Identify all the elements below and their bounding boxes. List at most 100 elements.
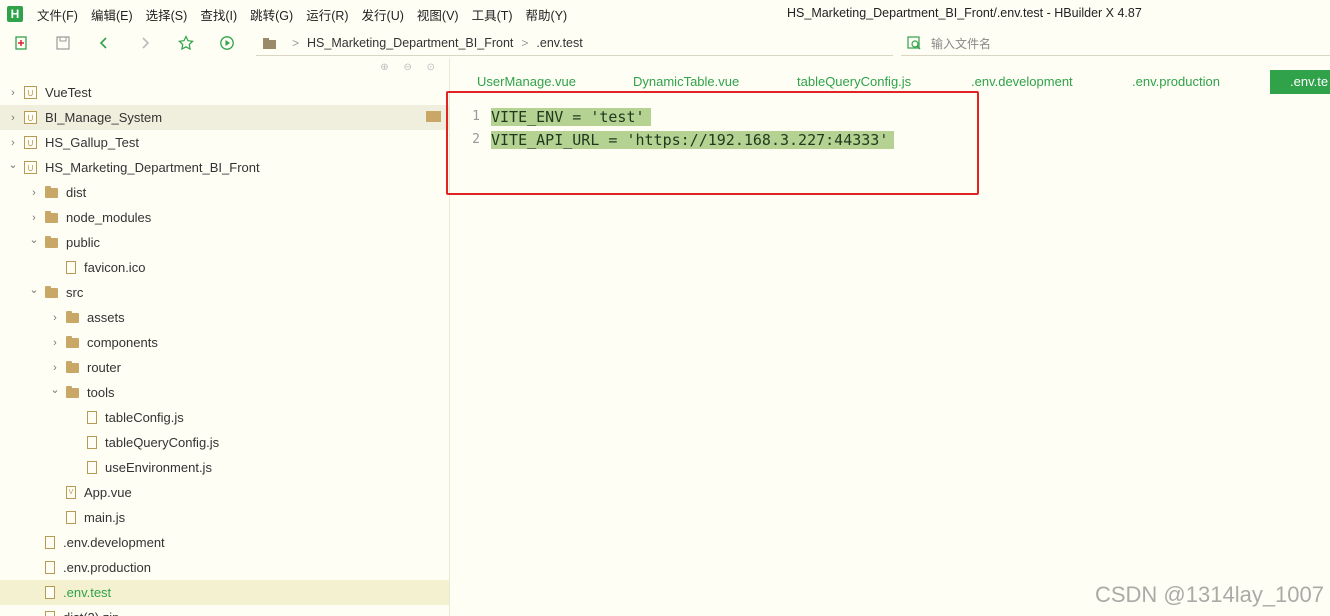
save-icon[interactable] (55, 35, 71, 51)
sidebar-item[interactable]: ⌄ src (0, 280, 449, 305)
sidebar-item[interactable]: useEnvironment.js (0, 455, 449, 480)
project-icon: U (24, 111, 37, 124)
highlight-annotation-box (446, 91, 979, 195)
forward-icon[interactable] (137, 35, 153, 51)
sidebar-item-label: tableConfig.js (105, 410, 184, 425)
window-title: HS_Marketing_Department_BI_Front/.env.te… (787, 6, 1142, 20)
project-explorer: ⊕ ⊖ ⊙ › U VueTest › U BI_Manage_System › U HS_Ga… (0, 58, 450, 616)
sidebar-item[interactable]: › U VueTest (0, 80, 449, 105)
menu-find[interactable]: 查找(I) (200, 5, 237, 24)
sidebar-item[interactable]: ⌄ U HS_Marketing_Department_BI_Front (0, 155, 449, 180)
breadcrumb-project[interactable]: HS_Marketing_Department_BI_Front (307, 36, 513, 50)
hbuilder-logo-icon: H (7, 6, 23, 22)
chevron-right-icon[interactable]: › (29, 212, 39, 224)
csdn-watermark: CSDN @1314lay_1007 (1094, 582, 1324, 607)
chevron-right-icon[interactable]: › (8, 112, 18, 124)
menu-run[interactable]: 运行(R) (306, 5, 348, 24)
sidebar-item-label: .env.development (63, 535, 165, 550)
chevron-down-icon[interactable]: ⌄ (29, 233, 39, 246)
folder-icon (66, 385, 79, 398)
sidebar-item-label: favicon.ico (84, 260, 146, 275)
back-icon[interactable] (96, 35, 112, 51)
sidebar-item-label: src (66, 285, 84, 300)
folder-icon (66, 310, 79, 323)
folder-icon (45, 210, 58, 223)
sidebar-item[interactable]: › node_modules (0, 205, 449, 230)
sidebar-item-label: tools (87, 385, 115, 400)
sidebar-item-label: dist(2).zip (63, 610, 119, 616)
new-file-icon[interactable] (14, 35, 30, 51)
chevron-down-icon[interactable]: ⌄ (29, 283, 39, 296)
menu-tools[interactable]: 工具(T) (472, 5, 513, 24)
file-icon (45, 561, 55, 574)
tab-env-production[interactable]: .env.production (1132, 70, 1220, 94)
folder-icon (263, 37, 276, 49)
chevron-right-icon[interactable]: › (50, 362, 60, 374)
file-search-placeholder: 输入文件名 (931, 36, 992, 51)
sidebar-item[interactable]: favicon.ico (0, 255, 449, 280)
sidebar-item-label: App.vue (84, 485, 132, 500)
sidebar-item-label: tableQueryConfig.js (105, 435, 220, 450)
sidebar-item[interactable]: .env.test (0, 580, 449, 605)
menu-edit[interactable]: 编辑(E) (91, 5, 133, 24)
tab-env-test[interactable]: .env.te (1270, 70, 1330, 94)
chevron-right-icon[interactable]: › (50, 337, 60, 349)
sidebar-tool-icons[interactable]: ⊕ ⊖ ⊙ (380, 62, 441, 73)
breadcrumb-file[interactable]: .env.test (536, 36, 582, 50)
open-folder-icon[interactable] (426, 111, 441, 122)
menu-help[interactable]: 帮助(Y) (526, 5, 568, 24)
run-icon[interactable] (219, 35, 235, 51)
sidebar-item[interactable]: V App.vue (0, 480, 449, 505)
sidebar-item[interactable]: ⌄ public (0, 230, 449, 255)
sidebar-item-label: BI_Manage_System (45, 110, 163, 125)
sidebar-item-label: VueTest (45, 85, 92, 100)
sidebar-item[interactable]: › U HS_Gallup_Test (0, 130, 449, 155)
sidebar-item-label: .env.production (63, 560, 151, 575)
sidebar-item[interactable]: .env.production (0, 555, 449, 580)
chevron-down-icon[interactable]: ⌄ (8, 158, 18, 171)
chevron-right-icon[interactable]: › (50, 312, 60, 324)
sidebar-item[interactable]: › router (0, 355, 449, 380)
sidebar-item[interactable]: › components (0, 330, 449, 355)
file-icon: V (66, 486, 76, 499)
breadcrumb: > HS_Marketing_Department_BI_Front > .en… (256, 31, 893, 56)
sidebar-item-label: HS_Marketing_Department_BI_Front (45, 160, 260, 175)
breadcrumb-separator-icon: > (292, 36, 300, 50)
sidebar-item[interactable]: › dist (0, 180, 449, 205)
sidebar-item-label: dist (66, 185, 87, 200)
chevron-down-icon[interactable]: ⌄ (50, 383, 60, 396)
sidebar-item-label: .env.test (63, 585, 112, 600)
sidebar-item-label: assets (87, 310, 125, 325)
file-icon (45, 586, 55, 599)
project-icon: U (24, 161, 37, 174)
project-icon: U (24, 86, 37, 99)
chevron-right-icon[interactable]: › (29, 187, 39, 199)
sidebar-item[interactable]: dist(2).zip (0, 605, 449, 616)
file-icon (87, 461, 97, 474)
sidebar-item-label: public (66, 235, 100, 250)
chevron-right-icon[interactable]: › (8, 87, 18, 99)
sidebar-item[interactable]: main.js (0, 505, 449, 530)
sidebar-item[interactable]: .env.development (0, 530, 449, 555)
sidebar-item-label: HS_Gallup_Test (45, 135, 139, 150)
menu-bar: H 文件(F) 编辑(E) 选择(S) 查找(I) 跳转(G) 运行(R) 发行… (0, 0, 1330, 28)
menu-select[interactable]: 选择(S) (146, 5, 188, 24)
menu-view[interactable]: 视图(V) (417, 5, 459, 24)
sidebar-item[interactable]: tableConfig.js (0, 405, 449, 430)
menu-goto[interactable]: 跳转(G) (250, 5, 293, 24)
sidebar-item[interactable]: ⌄ tools (0, 380, 449, 405)
menu-publish[interactable]: 发行(U) (362, 5, 404, 24)
sidebar-item-label: components (87, 335, 158, 350)
tab-env-development[interactable]: .env.development (971, 70, 1073, 94)
sidebar-item[interactable]: › assets (0, 305, 449, 330)
chevron-right-icon[interactable]: › (8, 137, 18, 149)
folder-icon (66, 360, 79, 373)
sidebar-item[interactable]: tableQueryConfig.js (0, 430, 449, 455)
folder-icon (45, 235, 58, 248)
file-search-input[interactable]: 输入文件名 (901, 31, 1330, 56)
sidebar-item[interactable]: › U BI_Manage_System (0, 105, 449, 130)
menu-file[interactable]: 文件(F) (37, 5, 78, 24)
star-icon[interactable] (178, 35, 194, 51)
sidebar-item-label: main.js (84, 510, 126, 525)
folder-icon (66, 335, 79, 348)
